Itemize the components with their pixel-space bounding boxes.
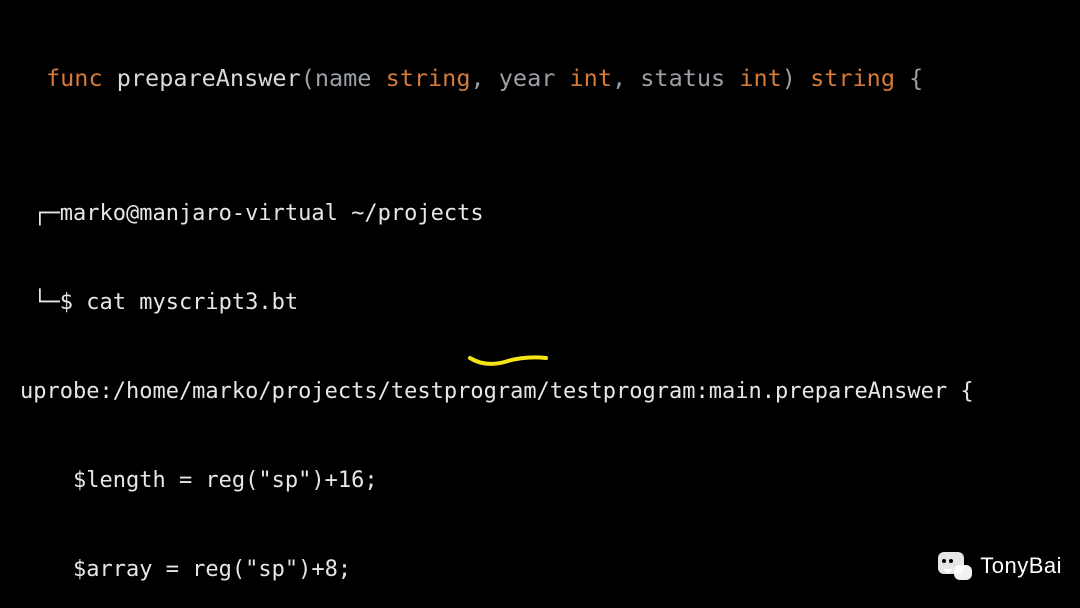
- paren-close: ): [782, 64, 796, 92]
- function-name: prepareAnswer: [117, 64, 301, 92]
- watermark-text: TonyBai: [980, 553, 1062, 579]
- script-line: uprobe:/home/marko/projects/testprogram/…: [20, 377, 1080, 407]
- paren-open: (: [301, 64, 315, 92]
- wechat-icon: [938, 552, 972, 580]
- terminal-output: ┌─marko@manjaro-virtual ~/projects └─$ c…: [0, 92, 1080, 608]
- param-type-1: string: [386, 64, 471, 92]
- code-editor-line: func prepareAnswer(name string, year int…: [0, 0, 1080, 92]
- shell-prompt-line: ┌─marko@manjaro-virtual ~/projects: [20, 199, 1080, 229]
- param-name-1: name: [315, 64, 372, 92]
- param-name-3: status: [640, 64, 725, 92]
- shell-command-line: └─$ cat myscript3.bt: [20, 288, 1080, 318]
- param-type-3: int: [739, 64, 781, 92]
- return-type: string: [810, 64, 895, 92]
- keyword-func: func: [46, 64, 103, 92]
- param-type-2: int: [570, 64, 612, 92]
- watermark: TonyBai: [938, 552, 1062, 580]
- comma-2: ,: [612, 64, 640, 92]
- comma-1: ,: [470, 64, 498, 92]
- brace-open: {: [909, 64, 923, 92]
- script-line: $length = reg("sp")+16;: [20, 466, 1080, 496]
- script-line: $array = reg("sp")+8;: [20, 555, 1080, 585]
- param-name-2: year: [499, 64, 556, 92]
